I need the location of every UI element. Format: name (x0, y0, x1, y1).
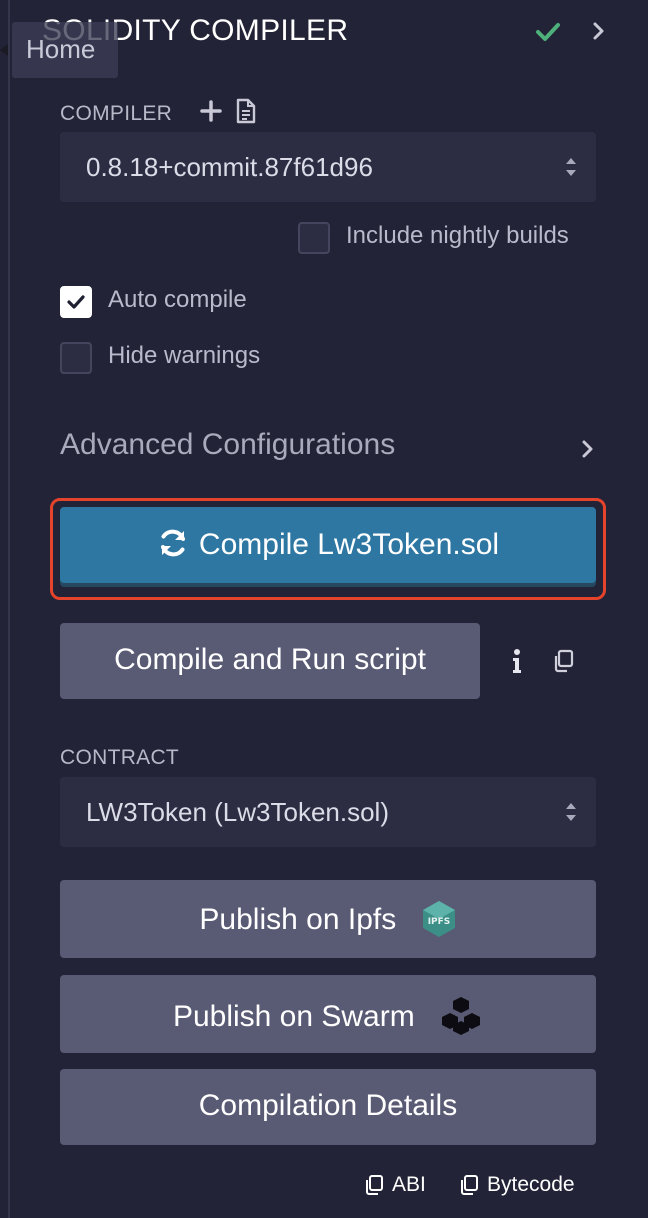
nightly-builds-label: Include nightly builds (346, 222, 569, 249)
swarm-logo-icon (442, 997, 481, 1035)
contract-select[interactable]: LW3Token (Lw3Token.sol) (60, 777, 596, 847)
publish-ipfs-button[interactable]: Publish on Ipfs IPFS (60, 880, 596, 958)
ipfs-badge-text: IPFS (427, 917, 450, 927)
panel-header: SOLIDITY COMPILER (42, 12, 622, 52)
info-icon[interactable] (510, 648, 524, 674)
advanced-configurations-toggle[interactable]: Advanced Configurations (60, 428, 395, 462)
compiler-version-value: 0.8.18+commit.87f61d96 (86, 152, 373, 182)
compile-button[interactable]: Compile Lw3Token.sol (60, 507, 596, 583)
compiler-label: COMPILER (60, 102, 173, 125)
select-arrows-icon (566, 803, 576, 821)
copy-icon (461, 1175, 478, 1195)
tooltip-arrow (0, 44, 8, 56)
add-compiler-icon[interactable] (200, 100, 222, 122)
checkmark-icon (67, 295, 85, 309)
compiler-version-select[interactable]: 0.8.18+commit.87f61d96 (60, 132, 596, 202)
nightly-builds-checkbox[interactable] (298, 222, 330, 254)
compile-button-label: Compile Lw3Token.sol (198, 528, 500, 561)
chevron-right-icon[interactable] (590, 20, 608, 42)
ipfs-logo-icon: IPFS (422, 901, 455, 937)
publish-swarm-button[interactable]: Publish on Swarm (60, 975, 596, 1053)
select-arrows-icon (566, 158, 576, 176)
publish-ipfs-label: Publish on Ipfs (199, 903, 397, 936)
contract-label: CONTRACT (60, 746, 180, 769)
contract-select-value: LW3Token (Lw3Token.sol) (86, 797, 389, 827)
compiled-success-icon (536, 23, 560, 41)
hide-warnings-label: Hide warnings (108, 342, 261, 369)
side-panel-edge (0, 0, 10, 1218)
auto-compile-checkbox[interactable] (60, 286, 92, 318)
publish-swarm-label: Publish on Swarm (172, 1000, 415, 1033)
abi-label: ABI (392, 1173, 426, 1196)
compiler-file-icon[interactable] (236, 98, 256, 124)
chevron-right-icon[interactable] (580, 438, 596, 460)
copy-icon (366, 1175, 383, 1195)
sync-icon (160, 529, 185, 557)
home-tooltip: Home (12, 22, 118, 78)
copy-icon[interactable] (552, 649, 574, 673)
hide-warnings-checkbox[interactable] (60, 342, 92, 374)
auto-compile-label: Auto compile (108, 286, 247, 313)
bytecode-label: Bytecode (487, 1173, 575, 1196)
compilation-details-button[interactable]: Compilation Details (60, 1069, 596, 1145)
compile-and-run-script-button[interactable]: Compile and Run script (60, 623, 480, 699)
